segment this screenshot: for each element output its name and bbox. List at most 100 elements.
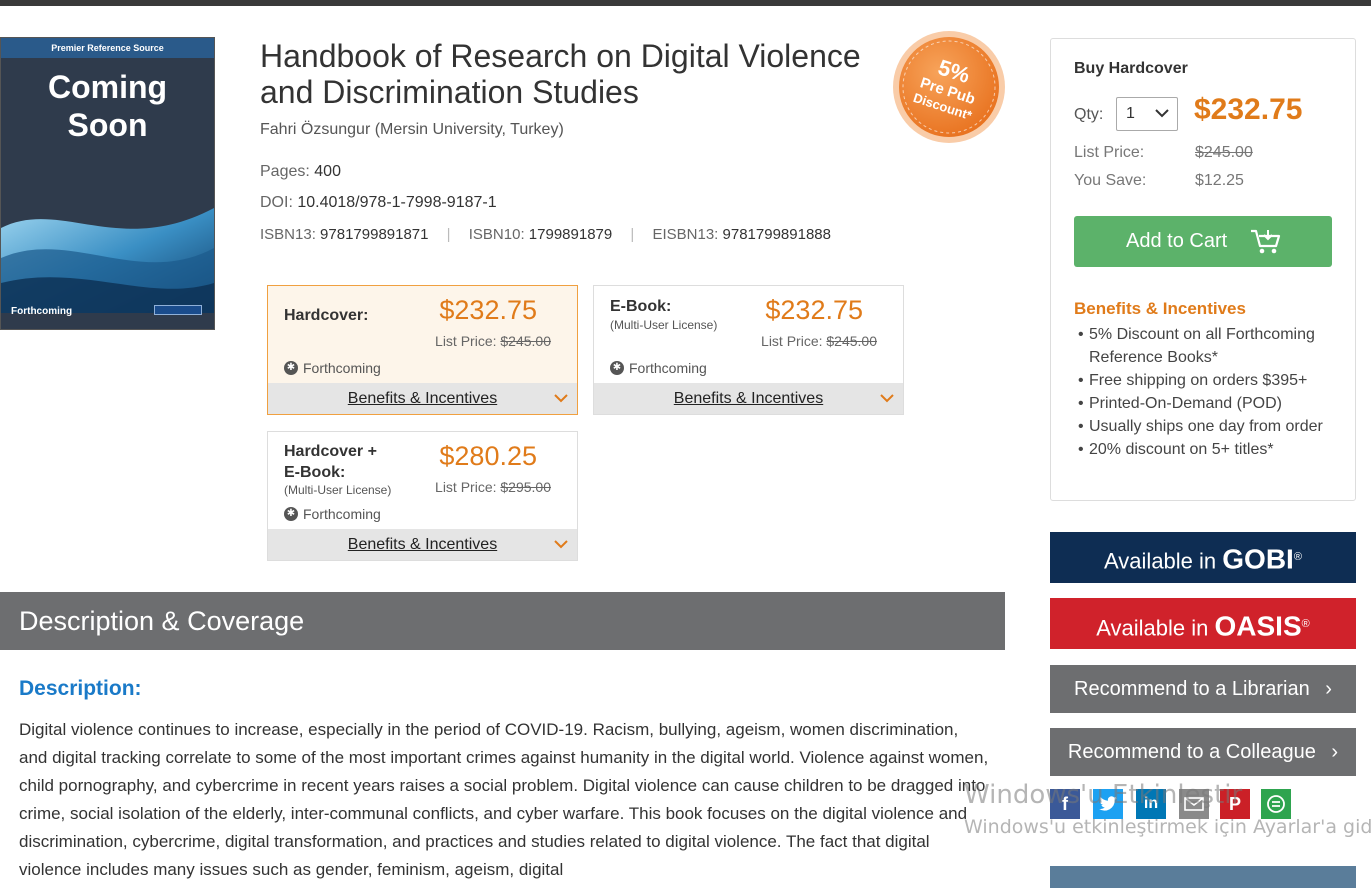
buy-list-label: List Price: — [1074, 144, 1145, 161]
eisbn13-value: 9781799891888 — [722, 226, 831, 243]
isbn-row: ISBN13: 9781799891871 | ISBN10: 17998918… — [260, 226, 831, 243]
benefits-link[interactable]: Benefits & Incentives — [348, 536, 497, 553]
format-name: E-Book: — [610, 298, 672, 315]
description-text: Digital violence continues to increase, … — [19, 720, 989, 879]
email-icon[interactable] — [1179, 789, 1209, 819]
benefits-toggle[interactable]: Benefits & Incentives — [268, 383, 577, 414]
cover-line2: Soon — [67, 107, 148, 143]
facebook-icon[interactable]: f — [1050, 789, 1080, 819]
qty-label: Qty: — [1074, 106, 1104, 123]
format-list-price: List Price: $245.00 — [435, 333, 551, 349]
clock-icon: ✱ — [610, 361, 624, 375]
doi-row: DOI: 10.4018/978-1-7998-9187-1 — [260, 194, 497, 212]
book-author[interactable]: Fahri Özsungur (Mersin University, Turke… — [260, 121, 564, 139]
list-label: List Price: — [761, 333, 823, 349]
format-list-price: List Price: $295.00 — [435, 479, 551, 495]
recommend-librarian-label: Recommend to a Librarian — [1074, 678, 1310, 700]
qty-select[interactable]: 1 — [1116, 97, 1178, 131]
registered-mark: ® — [1301, 618, 1310, 630]
chevron-right-icon: › — [1325, 678, 1332, 700]
recommend-colleague-button[interactable]: Recommend to a Colleague › — [1050, 728, 1356, 776]
list-item: Printed-On-Demand (POD) — [1078, 392, 1338, 415]
benefits-link[interactable]: Benefits & Incentives — [674, 390, 823, 407]
benefits-toggle[interactable]: Benefits & Incentives — [594, 383, 903, 414]
format-card-hardcover[interactable]: Hardcover: $232.75 List Price: $245.00 ✱… — [267, 285, 578, 415]
add-to-cart-button[interactable]: Add to Cart — [1074, 216, 1332, 267]
status-text: Forthcoming — [629, 360, 707, 376]
list-value: $245.00 — [826, 333, 877, 349]
buy-list-value: $245.00 — [1195, 144, 1253, 162]
chevron-down-icon[interactable] — [553, 529, 569, 571]
format-list-price: List Price: $245.00 — [761, 333, 877, 349]
available-in-gobi-button[interactable]: Available in GOBI® — [1050, 532, 1356, 583]
description-heading: Description: — [19, 677, 142, 700]
top-bar — [0, 0, 1371, 6]
cart-icon — [1251, 229, 1281, 254]
list-label: List Price: — [435, 333, 497, 349]
list-item: 20% discount on 5+ titles* — [1078, 438, 1338, 461]
description-section-header[interactable]: Description & Coverage — [0, 592, 1005, 650]
book-cover[interactable]: Premier Reference Source Coming Soon For… — [0, 37, 215, 330]
benefits-toggle[interactable]: Benefits & Incentives — [268, 529, 577, 560]
pinterest-icon[interactable]: P — [1220, 789, 1250, 819]
doi-value[interactable]: 10.4018/978-1-7998-9187-1 — [297, 194, 496, 211]
clock-icon: ✱ — [284, 507, 298, 521]
isbn10-label: ISBN10: — [468, 226, 525, 243]
separator: | — [630, 226, 635, 243]
buy-list-strike: $245.00 — [1195, 144, 1253, 161]
format-status: ✱ Forthcoming — [284, 506, 381, 522]
gobi-prefix: Available in — [1104, 548, 1217, 574]
isbn10-value: 1799891879 — [528, 226, 613, 243]
format-name-line2: E-Book: — [284, 464, 346, 481]
format-price: $232.75 — [765, 295, 863, 325]
buy-benefits-heading: Benefits & Incentives — [1074, 299, 1246, 318]
pages-value: 400 — [314, 163, 341, 180]
buy-benefits-list: 5% Discount on all Forthcoming Reference… — [1078, 323, 1338, 461]
oasis-prefix: Available in — [1096, 615, 1209, 641]
available-in-oasis-button[interactable]: Available in OASIS® — [1050, 598, 1356, 649]
cover-line1: Coming — [47, 69, 168, 105]
buy-price: $232.75 — [1194, 93, 1303, 126]
add-to-cart-label: Add to Cart — [1126, 230, 1228, 252]
buy-save-label: You Save: — [1074, 172, 1147, 189]
format-price: $280.25 — [439, 441, 537, 471]
book-title: Handbook of Research on Digital Violence… — [260, 38, 861, 110]
buy-save-value: $12.25 — [1195, 172, 1244, 189]
buy-box: Buy Hardcover Qty: 1 $232.75 List Price:… — [1050, 38, 1356, 501]
recommend-colleague-label: Recommend to a Colleague — [1067, 741, 1316, 763]
linkedin-icon[interactable]: in — [1136, 789, 1166, 819]
recommend-librarian-button[interactable]: Recommend to a Librarian › — [1050, 665, 1356, 713]
cover-coming-soon: Coming Soon — [1, 68, 214, 144]
format-card-hardcover-ebook[interactable]: Hardcover + E-Book: (Multi-User License)… — [267, 431, 578, 561]
format-name-line1: Hardcover + — [284, 443, 377, 460]
prepub-discount-badge: 5% Pre Pub Discount* — [893, 31, 1005, 143]
list-item: Free shipping on orders $395+ — [1078, 369, 1338, 392]
isbn13-label: ISBN13: — [260, 226, 316, 243]
list-item: Usually ships one day from order — [1078, 415, 1338, 438]
buy-heading: Buy Hardcover — [1074, 60, 1188, 77]
format-price: $232.75 — [439, 295, 537, 325]
more-share-icon[interactable] — [1261, 789, 1291, 819]
list-item: 5% Discount on all Forthcoming Reference… — [1078, 323, 1338, 369]
list-value: $295.00 — [500, 479, 551, 495]
chevron-down-icon[interactable] — [553, 383, 569, 425]
sidebar-bottom-tab[interactable] — [1050, 866, 1356, 888]
format-license: (Multi-User License) — [610, 318, 718, 332]
windows-activation-watermark: Windows'u Etkinleştir Windows'u etkinleş… — [964, 780, 1371, 838]
eisbn13-label: EISBN13: — [652, 226, 719, 243]
cover-band: Premier Reference Source — [1, 38, 214, 58]
pages-label: Pages: — [260, 163, 310, 180]
benefits-link[interactable]: Benefits & Incentives — [348, 390, 497, 407]
list-value: $245.00 — [500, 333, 551, 349]
format-name: Hardcover + E-Book: — [284, 441, 377, 483]
format-license: (Multi-User License) — [284, 483, 392, 497]
twitter-icon[interactable] — [1093, 789, 1123, 819]
format-status: ✱ Forthcoming — [610, 360, 707, 376]
registered-mark: ® — [1293, 551, 1302, 563]
cover-forthcoming: Forthcoming — [11, 306, 73, 317]
format-card-ebook[interactable]: E-Book: (Multi-User License) $232.75 Lis… — [593, 285, 904, 415]
chevron-down-icon[interactable] — [879, 383, 895, 425]
gobi-brand: GOBI — [1222, 543, 1294, 575]
chevron-down-icon — [1155, 105, 1169, 124]
clock-icon: ✱ — [284, 361, 298, 375]
